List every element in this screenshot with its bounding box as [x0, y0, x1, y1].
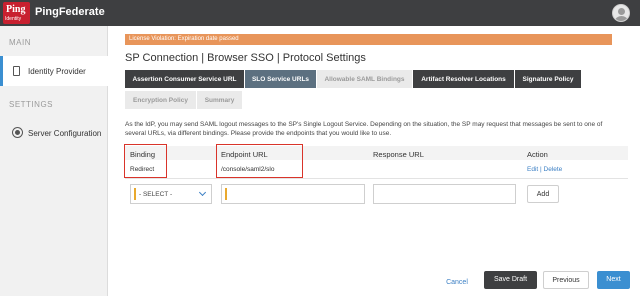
description-text: As the IdP, you may send SAML logout mes… [125, 121, 603, 137]
chevron-down-icon [198, 188, 207, 197]
user-avatar-head [618, 8, 625, 15]
required-marker [225, 188, 227, 200]
logo-mark-sub: Identity [5, 16, 22, 22]
next-button[interactable]: Next [597, 271, 630, 289]
sidebar-item-label: Server Configuration [28, 129, 102, 138]
binding-select[interactable]: - SELECT - [130, 184, 212, 204]
sidebar-item-identity-provider[interactable]: Identity Provider [0, 56, 108, 86]
tab-slo-service-urls[interactable]: SLO Service URLs [245, 70, 316, 88]
tab-summary: Summary [197, 91, 242, 109]
highlight-endpoint-column [216, 144, 303, 178]
highlight-binding-column [124, 144, 167, 178]
tab-encryption-policy: Encryption Policy [125, 91, 196, 109]
tab-artifact-resolver-locations[interactable]: Artifact Resolver Locations [413, 70, 514, 88]
tab-assertion-consumer-service-url[interactable]: Assertion Consumer Service URL [125, 70, 244, 88]
edit-delete-links[interactable]: Edit | Delete [527, 166, 562, 173]
user-avatar-body [615, 16, 628, 21]
tab-signature-policy[interactable]: Signature Policy [515, 70, 581, 88]
top-bar: Ping Identity PingFederate [0, 0, 640, 26]
row-divider [125, 178, 628, 179]
add-button[interactable]: Add [527, 185, 559, 203]
column-header-response-url: Response URL [373, 150, 424, 159]
gear-icon [13, 128, 22, 137]
response-url-input[interactable] [373, 184, 516, 204]
binding-select-value: - SELECT - [139, 191, 173, 198]
cancel-button[interactable]: Cancel [440, 274, 474, 292]
license-warning-banner: License Violation: Expiration date passe… [125, 34, 612, 45]
page-title: SP Connection | Browser SSO | Protocol S… [125, 52, 366, 64]
save-draft-button[interactable]: Save Draft [484, 271, 537, 289]
user-avatar-icon[interactable] [612, 4, 630, 22]
product-name: PingFederate [35, 6, 105, 18]
sidebar-item-label: Identity Provider [28, 67, 86, 76]
sidebar: MAIN Identity Provider SETTINGS Server C… [0, 26, 108, 296]
endpoint-url-input[interactable] [221, 184, 365, 204]
required-marker [134, 188, 136, 200]
document-icon [13, 66, 20, 76]
sidebar-section-main: MAIN [9, 38, 31, 47]
sidebar-section-settings: SETTINGS [9, 100, 54, 109]
previous-button[interactable]: Previous [543, 271, 589, 289]
ping-logo[interactable]: Ping Identity [3, 2, 30, 24]
sidebar-item-server-configuration[interactable]: Server Configuration [0, 118, 108, 148]
tab-allowable-saml-bindings: Allowable SAML Bindings [317, 70, 412, 88]
column-header-action: Action [527, 150, 548, 159]
logo-mark: Ping [6, 4, 26, 15]
